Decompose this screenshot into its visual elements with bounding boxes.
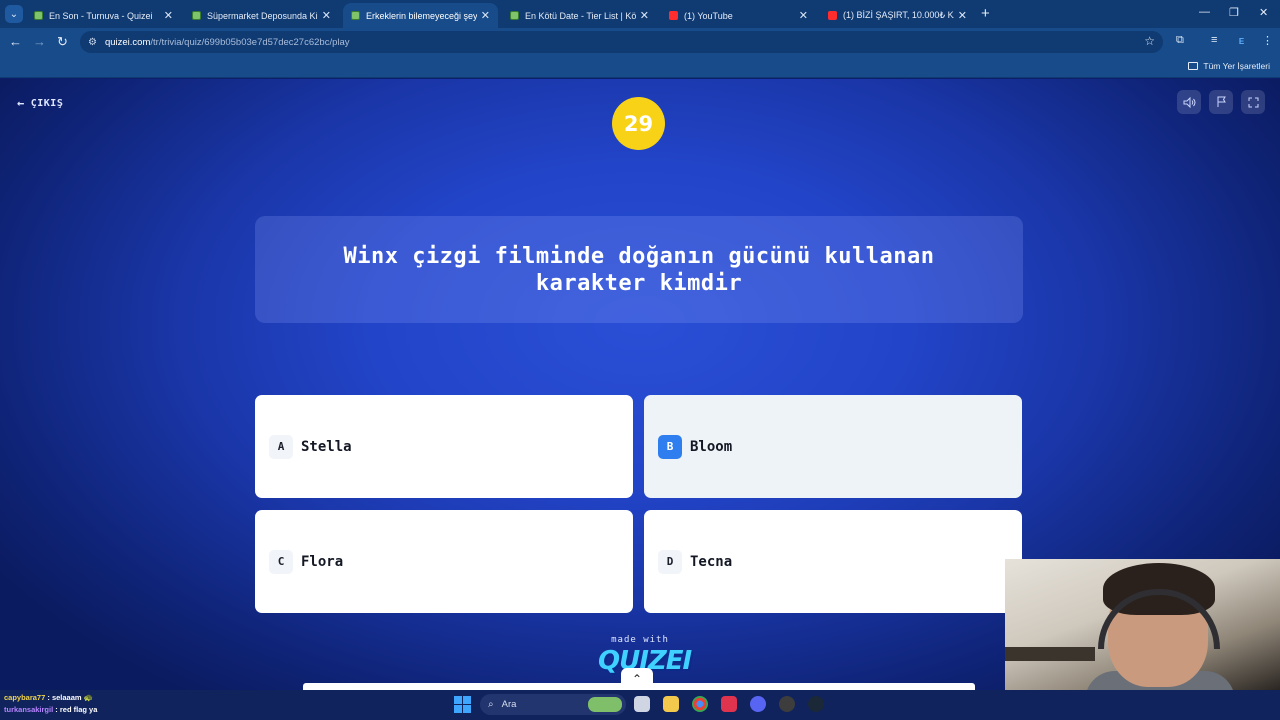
close-tab-icon[interactable]: ✕: [640, 9, 649, 22]
all-bookmarks-button[interactable]: Tüm Yer İşaretleri: [1188, 61, 1270, 71]
close-tab-icon[interactable]: ✕: [322, 9, 331, 22]
close-tab-icon[interactable]: ✕: [481, 9, 490, 22]
answer-option-c[interactable]: C Flora: [255, 510, 633, 613]
folder-icon: [1188, 62, 1199, 70]
answer-letter: C: [269, 549, 293, 574]
tab-2[interactable]: Süpermarket Deposunda Kilitli Ka ✕: [184, 3, 339, 28]
answer-text: Flora: [301, 553, 344, 570]
close-tab-icon[interactable]: ✕: [958, 9, 967, 22]
discord-icon[interactable]: [750, 696, 766, 712]
tab-title: Erkeklerin bilemeyeceği şeyler: [366, 10, 477, 21]
app-red-icon[interactable]: [721, 696, 737, 712]
arrow-left-icon: ←: [17, 96, 25, 110]
show-hidden-icons-chevron-icon[interactable]: ⌃: [621, 668, 653, 690]
search-highlight-icon: [588, 697, 622, 712]
webcam-shelf: [1005, 647, 1095, 661]
forward-arrow-icon[interactable]: →: [33, 34, 46, 49]
answer-text: Tecna: [690, 553, 733, 570]
answer-text: Bloom: [690, 438, 733, 455]
tab-title: (1) YouTube: [684, 10, 733, 21]
tab-title: Süpermarket Deposunda Kilitli Ka: [207, 10, 318, 21]
bookmarks-bar: Tüm Yer İşaretleri: [0, 56, 1280, 78]
windows-start-icon[interactable]: [454, 696, 471, 713]
site-info-icon[interactable]: ⚙: [88, 37, 97, 48]
browser-toolbar: ← → ↻ ⚙ quizei.com/tr/trivia/quiz/699b05…: [0, 28, 1280, 56]
tab-title: En Son - Turnuva - Quizei: [49, 10, 153, 21]
tab-title: En Kötü Date - Tier List | Kör Sır: [525, 10, 636, 21]
address-bar[interactable]: ⚙ quizei.com/tr/trivia/quiz/699b05b03e7d…: [80, 31, 1163, 53]
answer-letter: A: [269, 434, 293, 459]
volume-icon[interactable]: [1177, 90, 1201, 114]
answer-text: Stella: [301, 438, 352, 455]
tab-title: (1) BİZİ ŞAŞIRT, 10.000₺ KAZAN: [843, 10, 954, 20]
tab-4[interactable]: En Kötü Date - Tier List | Kör Sır ✕: [502, 3, 657, 28]
search-icon: ⌕: [488, 699, 494, 710]
obs-icon[interactable]: [779, 696, 795, 712]
extensions-icon[interactable]: ⧉: [1176, 34, 1184, 47]
quizei-favicon-icon: [192, 11, 201, 20]
minimize-icon[interactable]: —: [1199, 6, 1210, 18]
webcam-overlay: [1005, 559, 1280, 690]
tab-5[interactable]: (1) YouTube ✕: [661, 3, 816, 28]
answer-option-a[interactable]: A Stella: [255, 395, 633, 498]
quizei-favicon-icon: [510, 11, 519, 20]
stream-chat: capybara77 : selaaam 🐢 turkansakirgil : …: [4, 692, 97, 716]
profile-avatar[interactable]: E: [1233, 33, 1250, 50]
url-text: quizei.com/tr/trivia/quiz/699b05b03e7d57…: [104, 36, 350, 48]
youtube-favicon-icon: [828, 11, 837, 20]
task-view-icon[interactable]: [634, 696, 650, 712]
chat-username: turkansakirgil: [4, 705, 54, 714]
steam-icon[interactable]: [808, 696, 824, 712]
quizei-favicon-icon: [34, 11, 43, 20]
chat-message: : red flag ya: [55, 705, 98, 714]
exit-button[interactable]: ← ÇIKIŞ: [17, 96, 63, 110]
youtube-favicon-icon: [669, 11, 678, 20]
close-tab-icon[interactable]: ✕: [799, 9, 808, 22]
restore-icon[interactable]: ❐: [1229, 6, 1239, 19]
fullscreen-icon[interactable]: [1241, 90, 1265, 114]
answer-option-b[interactable]: B Bloom: [644, 395, 1022, 498]
chat-message: : selaaam 🐢: [47, 693, 93, 702]
tab-search-chevron-icon[interactable]: ⌄: [5, 5, 23, 23]
tab-1[interactable]: En Son - Turnuva - Quizei ✕: [26, 3, 181, 28]
flag-icon[interactable]: [1209, 90, 1233, 114]
quizei-favicon-icon: [351, 11, 360, 20]
answer-letter: D: [658, 549, 682, 574]
chrome-icon[interactable]: [692, 696, 708, 712]
answer-letter: B: [658, 434, 682, 459]
countdown-timer: 29: [612, 97, 665, 150]
more-menu-icon[interactable]: ⋮: [1262, 34, 1273, 47]
answer-option-d[interactable]: D Tecna: [644, 510, 1022, 613]
tab-6[interactable]: (1) BİZİ ŞAŞIRT, 10.000₺ KAZAN ✕: [820, 3, 975, 28]
chat-line: capybara77 : selaaam 🐢: [4, 692, 97, 704]
close-tab-icon[interactable]: ✕: [164, 9, 173, 22]
close-window-icon[interactable]: ✕: [1259, 6, 1268, 19]
file-explorer-icon[interactable]: [663, 696, 679, 712]
back-arrow-icon[interactable]: ←: [9, 34, 22, 49]
question-card: Winx çizgi filminde doğanın gücünü kulla…: [255, 216, 1023, 323]
bookmark-star-icon[interactable]: ☆: [1144, 34, 1155, 48]
taskbar-search[interactable]: ⌕ Ara: [480, 694, 626, 715]
chat-line: turkansakirgil : red flag ya: [4, 704, 97, 716]
new-tab-plus-icon[interactable]: +: [981, 5, 990, 22]
chat-username: capybara77: [4, 693, 46, 702]
question-text: Winx çizgi filminde doğanın gücünü kulla…: [343, 243, 935, 296]
reload-icon[interactable]: ↻: [57, 34, 68, 50]
tab-3-active[interactable]: Erkeklerin bilemeyeceği şeyler ✕: [343, 3, 498, 28]
media-controls-icon[interactable]: ≡: [1211, 34, 1217, 46]
